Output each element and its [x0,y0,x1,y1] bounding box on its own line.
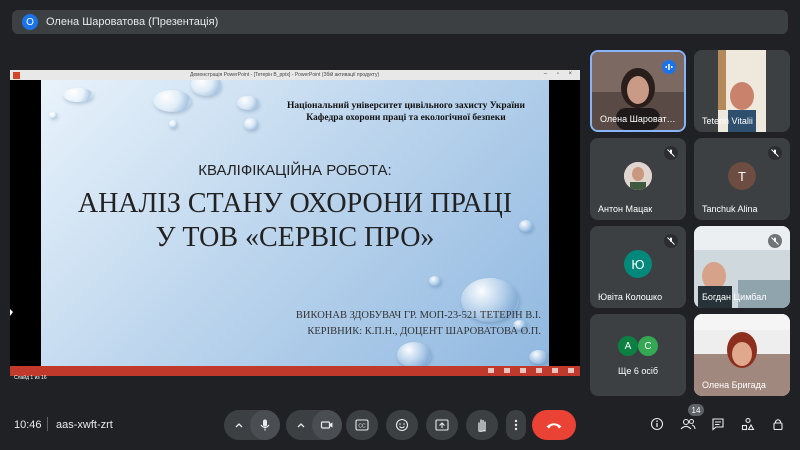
avatar: C [638,336,658,356]
camera-button[interactable] [312,410,342,440]
water-drop [244,118,258,130]
slide-title-line2: У ТОВ «СЕРВІС ПРО» [155,222,435,253]
view-buttons[interactable] [488,368,574,373]
participant-tile[interactable]: Олена Бригада [694,314,790,396]
avatar [624,162,652,190]
activities-icon [741,417,755,431]
water-drop [429,276,441,286]
others-count: Ще 6 осіб [617,366,659,376]
presenter-title: Олена Шароватова (Презентація) [46,16,219,28]
powerpoint-icon [13,71,20,79]
meeting-code: aas-xwft-zrt [56,419,113,431]
participant-count-badge: 14 [688,404,704,416]
avatar: T [728,162,756,190]
meeting-controls: 10:46 aas-xwft-zrt CC [0,400,800,450]
end-call-button[interactable] [532,410,576,440]
presentation-stage[interactable]: Демонстрація PowerPoint - [Тетерін В_ррt… [10,70,580,381]
mic-button[interactable] [250,410,280,440]
powerpoint-titlebar: Демонстрація PowerPoint - [Тетерін В_ррt… [10,70,580,80]
water-drop [49,112,57,118]
chat-icon [712,418,724,431]
present-icon [435,419,449,431]
slide: Національний університет цивільного захи… [41,80,549,366]
slide-title-line1: АНАЛІЗ СТАНУ ОХОРОНИ ПРАЦІ [77,188,513,219]
participant-name: Антон Мацак [598,204,653,214]
participant-name: Ювіта Колошко [598,292,663,302]
clock: 10:46 [14,419,42,431]
host-controls-button[interactable] [768,414,788,434]
people-icon [680,418,696,430]
svg-text:CC: CC [358,424,366,430]
powerpoint-statusbar: Слайд 1 из 16 [10,366,580,381]
presenter-bar: О Олена Шароватова (Презентація) [12,10,788,34]
water-drop [153,90,191,112]
mouse-cursor-icon [10,309,13,316]
powerpoint-window-title: Демонстрація PowerPoint - [Тетерін В_ррt… [190,72,380,78]
mic-off-icon [664,234,678,248]
chevron-up-icon[interactable] [228,410,250,440]
window-controls-icon: – ▫ × [543,71,576,77]
water-drop [397,342,431,366]
presenter-avatar: О [22,14,38,30]
slide-university: Національний університет цивільного захи… [286,101,526,111]
raise-hand-icon [478,419,486,432]
slide-counter: Слайд 1 из 16 [14,375,47,381]
participant-name: Олена Шароват… [600,114,676,124]
participant-tile[interactable]: Ю Ювіта Колошко [590,226,686,308]
water-drop [169,120,177,128]
water-drop [63,88,93,102]
speaking-indicator-icon [662,60,676,74]
chevron-up-icon[interactable] [290,410,312,440]
more-options-button[interactable] [506,410,526,440]
participant-name: Олена Бригада [702,380,766,390]
water-drop [191,80,221,96]
avatar: Ю [624,250,652,278]
end-call-icon [546,423,562,429]
participant-tile[interactable]: Антон Мацак [590,138,686,220]
slide-author: ВИКОНАВ ЗДОБУВАЧ ГР. МОП-23-521 ТЕТЕРІН … [295,310,541,321]
captions-icon: CC [355,419,369,431]
mic-off-icon [664,146,678,160]
water-drop [529,350,549,364]
raise-hand-button[interactable] [466,410,498,440]
participant-name: Богдан Цимбал [702,292,767,302]
slide-subtitle: КВАЛІФІКАЦІЙНА РОБОТА: [198,162,392,179]
participant-tile[interactable]: Teterin Vitalii [694,50,790,132]
activities-button[interactable] [738,414,758,434]
info-button[interactable] [647,414,667,434]
others-tile[interactable]: А C Ще 6 осіб [590,314,686,396]
mic-off-icon [768,146,782,160]
avatar: А [618,336,638,356]
chat-button[interactable] [708,414,728,434]
reactions-button[interactable] [386,410,418,440]
mic-icon [260,419,270,431]
emoji-icon [395,418,409,432]
captions-button[interactable]: CC [346,410,378,440]
divider [47,417,48,431]
camera-icon [320,421,333,429]
present-button[interactable] [426,410,458,440]
people-button[interactable] [678,414,698,434]
slide-supervisor: КЕРІВНИК: К.П.Н., ДОЦЕНТ ШАРОВАТОВА О.П. [307,326,541,337]
participant-tile[interactable]: T Tanchuk Alina [694,138,790,220]
info-icon [650,417,664,431]
slide-department: Кафедра охорони праці та екологічної без… [306,113,506,123]
mic-off-icon [768,234,782,248]
participant-name: Tanchuk Alina [702,204,758,214]
participant-tile[interactable]: Богдан Цимбал [694,226,790,308]
host-controls-icon [773,419,783,431]
participant-name: Teterin Vitalii [702,116,753,126]
participant-tile[interactable]: Олена Шароват… [590,50,686,132]
water-drop [237,96,259,110]
more-icon [514,419,518,431]
